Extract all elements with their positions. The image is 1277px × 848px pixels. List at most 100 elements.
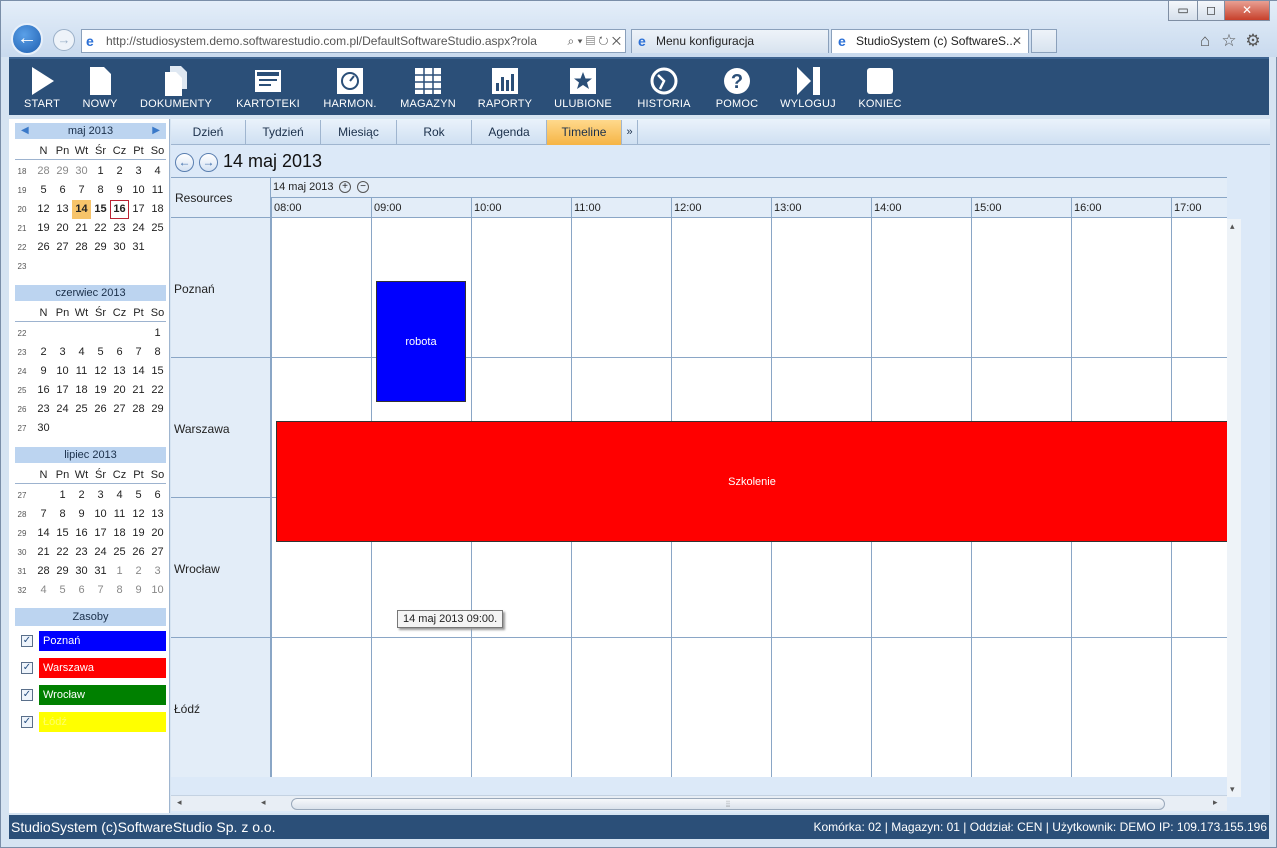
calendar-day[interactable]: 28 [72,238,91,257]
calendar-day[interactable]: 12 [129,505,148,524]
calendar-day[interactable]: 19 [34,219,53,238]
resource-poznan[interactable]: ✓ Poznań [15,631,166,651]
previous-day-icon[interactable]: ← [175,153,194,172]
calendar-day[interactable]: 23 [72,543,91,562]
tab-studiosystem[interactable]: e StudioSystem (c) SoftwareS... ✕ [831,29,1029,53]
home-icon[interactable]: ⌂ [1195,31,1215,51]
calendar-day[interactable]: 7 [34,505,53,524]
calendar-day[interactable]: 25 [72,400,91,419]
calendar-day[interactable]: 8 [53,505,72,524]
tab-timeline[interactable]: Timeline [547,120,622,145]
calendar-day[interactable]: 9 [129,581,148,600]
calendar-day[interactable]: 21 [129,381,148,400]
calendar-day[interactable]: 29 [91,238,110,257]
calendar-day[interactable]: 6 [110,343,129,362]
calendar-day[interactable]: 31 [129,238,148,257]
scroll-down-icon[interactable]: ▾ [1230,784,1235,795]
calendar-day[interactable]: 25 [148,219,167,238]
close-window-button[interactable]: ✕ [1224,1,1270,21]
calendar-day[interactable]: 11 [72,362,91,381]
calendar-day[interactable]: 27 [148,543,167,562]
calendar-day[interactable]: 7 [129,343,148,362]
calendar-day[interactable]: 26 [91,400,110,419]
calendar-day[interactable]: 22 [148,381,167,400]
toolbar-koniec[interactable]: KONIEC [851,65,909,115]
calendar-day[interactable]: 2 [129,562,148,581]
calendar-day[interactable]: 13 [148,505,167,524]
calendar-day[interactable]: 30 [72,162,91,181]
calendar-day[interactable]: 14 [72,200,91,219]
calendar-day[interactable]: 3 [148,562,167,581]
vertical-scrollbar[interactable]: ▴ ▾ [1227,219,1241,797]
resource-checkbox[interactable]: ✓ [21,635,33,647]
toolbar-start[interactable]: START [17,65,67,115]
previous-month-icon[interactable]: ◀ [21,123,29,139]
calendar-day[interactable]: 23 [110,219,129,238]
resource-checkbox[interactable]: ✓ [21,689,33,701]
calendar-day[interactable]: 1 [148,324,167,343]
calendar-day[interactable]: 18 [72,381,91,400]
calendar-day[interactable]: 29 [53,162,72,181]
calendar-day[interactable]: 22 [53,543,72,562]
calendar-day[interactable]: 15 [53,524,72,543]
calendar-day[interactable]: 4 [34,581,53,600]
calendar-day[interactable]: 18 [148,200,167,219]
calendar-day[interactable]: 20 [148,524,167,543]
calendar-day[interactable]: 24 [91,543,110,562]
calendar-day[interactable]: 12 [91,362,110,381]
calendar-day[interactable]: 30 [72,562,91,581]
calendar-day[interactable]: 29 [148,400,167,419]
calendar-day[interactable]: 4 [148,162,167,181]
calendar-day[interactable]: 5 [53,581,72,600]
toolbar-raporty[interactable]: RAPORTY [473,65,537,115]
calendar-day[interactable]: 11 [110,505,129,524]
calendar-day[interactable]: 10 [53,362,72,381]
calendar-day[interactable]: 22 [91,219,110,238]
calendar-day[interactable]: 1 [91,162,110,181]
calendar-day[interactable]: 28 [34,562,53,581]
calendar-day[interactable]: 26 [129,543,148,562]
calendar-day[interactable]: 16 [34,381,53,400]
address-tools-icon[interactable]: ⌕ ▾ ▤ ↻ ✕ [563,30,621,52]
resource-checkbox[interactable]: ✓ [21,662,33,674]
tab-menu-konfiguracja[interactable]: e Menu konfiguracja [631,29,829,53]
zoom-out-icon[interactable]: − [357,181,369,193]
calendar-day[interactable]: 29 [53,562,72,581]
next-day-icon[interactable]: → [199,153,218,172]
scroll-up-icon[interactable]: ▴ [1230,221,1235,232]
tab-agenda[interactable]: Agenda [472,120,547,145]
calendar-day[interactable]: 12 [34,200,53,219]
forward-arrow-icon[interactable]: → [53,29,75,51]
calendar-day[interactable]: 5 [34,181,53,200]
calendar-day[interactable]: 13 [53,200,72,219]
toolbar-pomoc[interactable]: ? POMOC [709,65,765,115]
scroll-left-icon[interactable]: ◂ [177,797,182,808]
calendar-day[interactable]: 6 [53,181,72,200]
calendar-day[interactable]: 6 [72,581,91,600]
calendar-day[interactable]: 4 [72,343,91,362]
resource-wroclaw[interactable]: ✓ Wrocław [15,685,166,705]
calendar-day[interactable]: 5 [129,486,148,505]
calendar-day[interactable]: 8 [110,581,129,600]
calendar-day[interactable]: 21 [34,543,53,562]
back-arrow-icon[interactable]: ← [11,23,43,55]
calendar-day[interactable]: 7 [91,581,110,600]
calendar-day[interactable]: 1 [110,562,129,581]
calendar-day[interactable]: 13 [110,362,129,381]
tab-miesiac[interactable]: Miesiąc [321,120,397,145]
toolbar-magazyn[interactable]: MAGAZYN [393,65,463,115]
tab-dzien[interactable]: Dzień [171,120,246,145]
calendar-day[interactable]: 9 [110,181,129,200]
calendar-day[interactable]: 25 [110,543,129,562]
toolbar-nowy[interactable]: NOWY [75,65,125,115]
toolbar-historia[interactable]: HISTORIA [629,65,699,115]
close-tab-icon[interactable]: ✕ [1012,30,1022,52]
resource-warszawa[interactable]: ✓ Warszawa [15,658,166,678]
toolbar-harmon[interactable]: HARMON. [317,65,383,115]
tab-rok[interactable]: Rok [397,120,472,145]
calendar-day[interactable]: 3 [53,343,72,362]
address-bar[interactable]: e http://studiosystem.demo.softwarestudi… [81,29,626,53]
calendar-day[interactable]: 7 [72,181,91,200]
next-month-icon[interactable]: ▶ [152,123,160,139]
calendar-day[interactable]: 5 [91,343,110,362]
